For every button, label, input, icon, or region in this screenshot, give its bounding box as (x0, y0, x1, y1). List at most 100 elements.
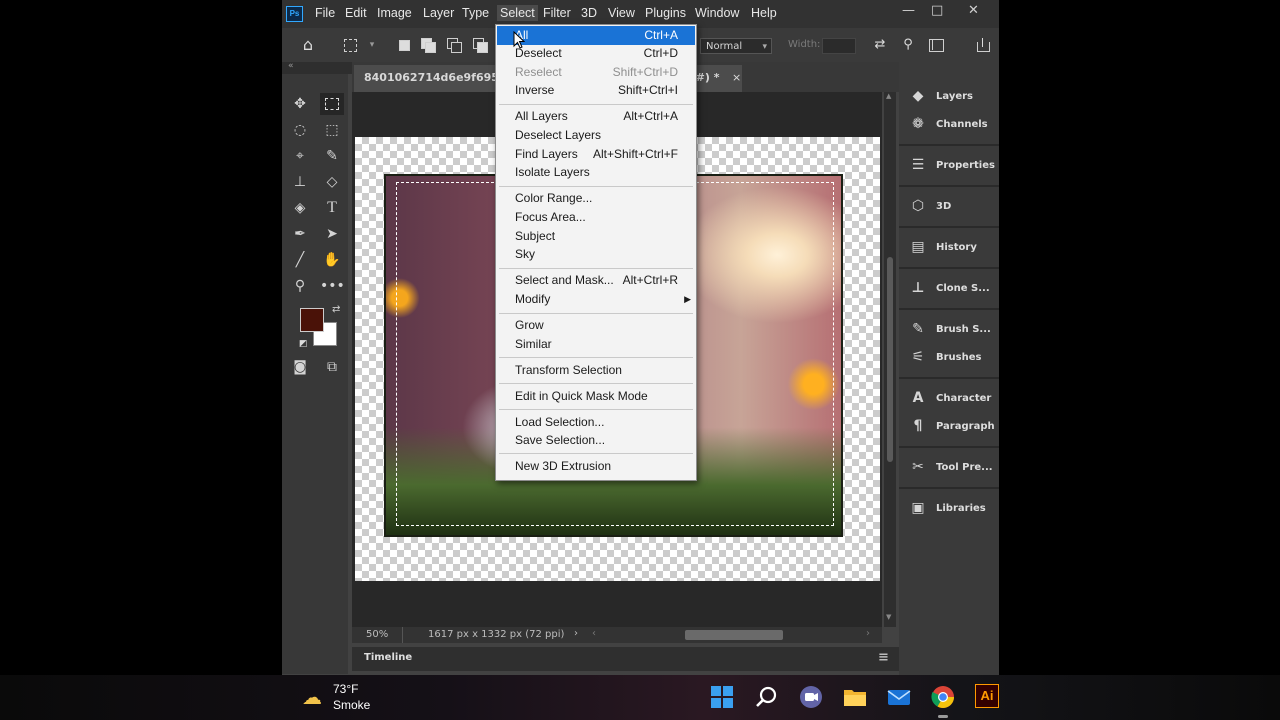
new-selection-icon[interactable] (396, 37, 412, 53)
menu-item-color-range[interactable]: Color Range... (497, 189, 695, 208)
timeline-panel[interactable]: Timeline ≡ (352, 647, 900, 671)
quick-mask-icon[interactable]: ◙ (288, 356, 312, 378)
style-select[interactable]: Normal ▾ (700, 38, 772, 54)
panel-character[interactable]: A Character (899, 386, 999, 412)
panel-history[interactable]: ▤ History (899, 235, 999, 261)
scroll-down-icon[interactable]: ▼ (886, 613, 891, 621)
menu-item-transform-selection[interactable]: Transform Selection (497, 361, 695, 380)
eraser-tool-icon[interactable]: ◇ (320, 171, 344, 193)
menu-item-new-3d-extrusion[interactable]: New 3D Extrusion (497, 457, 695, 476)
mail-icon[interactable] (886, 684, 912, 710)
menu-item-reselect[interactable]: Reselect Shift+Ctrl+D (497, 63, 695, 82)
menu-window[interactable]: Window (692, 5, 742, 21)
panel-libraries[interactable]: ▣ Libraries (899, 496, 999, 522)
chevron-down-icon[interactable]: ▾ (364, 37, 380, 53)
menu-item-save-selection[interactable]: Save Selection... (497, 431, 695, 450)
search-icon[interactable]: ⚲ (900, 37, 916, 53)
zoom-tool-icon[interactable]: ⚲ (288, 275, 312, 297)
workspace-icon[interactable] (928, 37, 944, 53)
brush-tool-icon[interactable]: ✎ (320, 145, 344, 167)
panel-brushes[interactable]: ⚟ Brushes (899, 345, 999, 371)
move-tool-icon[interactable]: ✥ (288, 93, 312, 115)
menu-edit[interactable]: Edit (342, 5, 370, 21)
file-explorer-icon[interactable] (842, 684, 868, 710)
path-selection-tool-icon[interactable]: ➤ (320, 223, 344, 245)
menu-file[interactable]: File (312, 5, 338, 21)
menu-item-load-selection[interactable]: Load Selection... (497, 413, 695, 432)
menu-item-select-and-mask[interactable]: Select and Mask... Alt+Ctrl+R (497, 271, 695, 290)
windows-start-icon[interactable] (709, 684, 735, 710)
menu-item-quick-mask-mode[interactable]: Edit in Quick Mask Mode (497, 387, 695, 406)
add-to-selection-icon[interactable] (420, 37, 436, 53)
object-selection-tool-icon[interactable]: ⬚ (320, 119, 344, 141)
menu-image[interactable]: Image (374, 5, 415, 21)
panel-paragraph[interactable]: ¶ Paragraph (899, 414, 999, 440)
collapse-left-icon[interactable]: « (288, 61, 294, 71)
lasso-tool-icon[interactable]: ◌ (288, 119, 312, 141)
scroll-left-icon[interactable]: ‹ (592, 628, 596, 639)
menu-type[interactable]: Type (459, 5, 492, 21)
teams-chat-icon[interactable] (798, 684, 824, 710)
maximize-button[interactable]: □ (931, 3, 943, 18)
menu-help[interactable]: Help (748, 5, 780, 21)
menu-view[interactable]: View (605, 5, 638, 21)
menu-item-all[interactable]: All Ctrl+A (497, 26, 695, 45)
line-tool-icon[interactable]: ╱ (288, 249, 312, 271)
chrome-icon[interactable] (930, 684, 956, 710)
panel-tool-presets[interactable]: ✂ Tool Pre... (899, 455, 999, 481)
close-tab-icon[interactable]: × (732, 71, 741, 84)
search-icon[interactable] (754, 684, 780, 710)
menu-item-deselect-layers[interactable]: Deselect Layers (497, 126, 695, 145)
menu-select[interactable]: Select (497, 5, 538, 21)
menu-item-modify[interactable]: Modify ▶ (497, 290, 695, 309)
foreground-color-swatch[interactable] (300, 308, 324, 332)
panel-channels[interactable]: ❁ Channels (899, 112, 999, 138)
close-button[interactable]: ✕ (968, 3, 979, 18)
timeline-menu-icon[interactable]: ≡ (878, 650, 889, 665)
eyedropper-tool-icon[interactable]: ⌖ (288, 145, 312, 167)
menu-item-deselect[interactable]: Deselect Ctrl+D (497, 44, 695, 63)
vertical-scroll-thumb[interactable] (887, 257, 893, 462)
menu-filter[interactable]: Filter (540, 5, 574, 21)
illustrator-icon[interactable]: Ai (975, 684, 999, 708)
panel-3d[interactable]: ⬡ 3D (899, 194, 999, 220)
menu-item-grow[interactable]: Grow (497, 316, 695, 335)
panel-properties[interactable]: ☰ Properties (899, 153, 999, 179)
menu-item-similar[interactable]: Similar (497, 335, 695, 354)
menu-item-sky[interactable]: Sky (497, 245, 695, 264)
swap-width-height-icon[interactable]: ⇄ (872, 37, 888, 53)
more-tools-icon[interactable]: ••• (320, 275, 345, 297)
hand-tool-icon[interactable]: ✋ (320, 249, 344, 271)
weather-description[interactable]: Smoke (333, 698, 370, 712)
subtract-from-selection-icon[interactable] (446, 37, 462, 53)
weather-icon[interactable]: ☁ (302, 685, 322, 709)
menu-item-find-layers[interactable]: Find Layers Alt+Shift+Ctrl+F (497, 145, 695, 164)
menu-item-focus-area[interactable]: Focus Area... (497, 208, 695, 227)
width-input[interactable] (822, 38, 856, 54)
paint-bucket-tool-icon[interactable]: ◈ (288, 197, 312, 219)
photoshop-logo-icon[interactable]: Ps (286, 6, 303, 22)
menu-item-all-layers[interactable]: All Layers Alt+Ctrl+A (497, 107, 695, 126)
menu-item-subject[interactable]: Subject (497, 227, 695, 246)
panel-clone-source[interactable]: ⊥ Clone S... (899, 276, 999, 302)
clone-stamp-tool-icon[interactable]: ⊥ (288, 171, 312, 193)
menu-item-inverse[interactable]: Inverse Shift+Ctrl+I (497, 81, 695, 100)
scroll-up-icon[interactable]: ▲ (886, 92, 891, 100)
menu-3d[interactable]: 3D (578, 5, 600, 21)
minimize-button[interactable]: — (902, 3, 915, 18)
pen-tool-icon[interactable]: ✒ (288, 223, 312, 245)
screen-mode-icon[interactable]: ⧉ (320, 356, 344, 378)
rectangular-marquee-tool-icon[interactable] (320, 93, 344, 115)
home-icon[interactable]: ⌂ (300, 37, 316, 53)
intersect-selection-icon[interactable] (472, 37, 488, 53)
horizontal-scroll-thumb[interactable] (685, 630, 783, 640)
info-arrow-icon[interactable]: › (574, 628, 578, 639)
default-colors-icon[interactable]: ◩ (299, 339, 308, 349)
type-tool-icon[interactable]: T (320, 197, 344, 219)
panel-layers[interactable]: ◆ Layers (899, 84, 999, 110)
timeline-label[interactable]: Timeline (364, 652, 412, 663)
vertical-scrollbar[interactable]: ▲ ▼ (884, 92, 896, 627)
scroll-right-icon[interactable]: › (866, 628, 870, 639)
document-info[interactable]: 1617 px x 1332 px (72 ppi) (428, 629, 564, 640)
panel-brush-settings[interactable]: ✎ Brush S... (899, 317, 999, 343)
